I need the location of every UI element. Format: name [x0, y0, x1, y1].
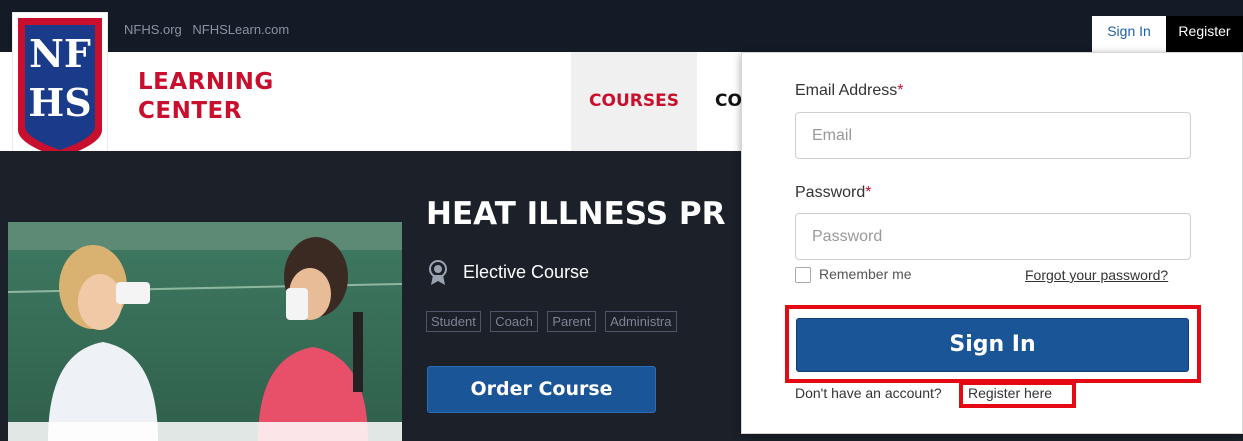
top-utility-bar: NFHS.org NFHSLearn.com: [0, 0, 1243, 52]
tag-coach: Coach: [490, 311, 538, 332]
required-marker: *: [897, 82, 904, 99]
course-type: Elective Course: [428, 260, 589, 286]
nfhs-org-link[interactable]: NFHS.org: [124, 22, 182, 37]
brand-line-2: CENTER: [138, 98, 242, 124]
tag-student: Student: [426, 311, 481, 332]
nfhslearn-link[interactable]: NFHSLearn.com: [192, 22, 289, 37]
nav-item-partial[interactable]: CO: [697, 52, 747, 151]
audience-tags: Student Coach Parent Administra: [426, 311, 740, 332]
password-label-text: Password: [795, 184, 866, 201]
email-label-text: Email Address: [795, 82, 898, 99]
nfhs-logo[interactable]: NF HS: [12, 12, 108, 172]
remember-me[interactable]: Remember me: [795, 266, 912, 284]
course-type-label: Elective Course: [463, 261, 590, 282]
password-label: Password*: [795, 184, 871, 202]
brand-line-1: LEARNING: [138, 69, 274, 95]
email-field[interactable]: [795, 112, 1191, 159]
email-label: Email Address*: [795, 82, 904, 100]
sign-in-tab[interactable]: Sign In: [1092, 16, 1166, 52]
no-account-text: Don't have an account?: [795, 385, 942, 401]
logo-letters-top: NF: [29, 31, 91, 76]
highlight-box-sign-in: [785, 305, 1201, 383]
tag-administrator: Administra: [605, 311, 677, 332]
learning-center-brand[interactable]: LEARNING CENTER: [138, 68, 274, 126]
course-title: HEAT ILLNESS PR: [426, 196, 726, 232]
logo-letters-bottom: HS: [28, 80, 91, 125]
required-marker: *: [865, 184, 872, 201]
password-field[interactable]: [795, 213, 1191, 260]
nav-courses[interactable]: COURSES: [571, 52, 697, 151]
remember-me-checkbox[interactable]: [795, 267, 811, 284]
order-course-button[interactable]: Order Course: [427, 366, 656, 413]
highlight-box-register: [959, 381, 1076, 408]
register-tab[interactable]: Register: [1166, 16, 1243, 52]
tag-parent: Parent: [547, 311, 596, 332]
external-links: NFHS.org NFHSLearn.com: [124, 22, 296, 37]
award-ribbon-icon: [429, 260, 447, 285]
forgot-password-link[interactable]: Forgot your password?: [1025, 267, 1168, 283]
course-photo: [8, 222, 402, 441]
remember-me-label: Remember me: [819, 266, 912, 282]
